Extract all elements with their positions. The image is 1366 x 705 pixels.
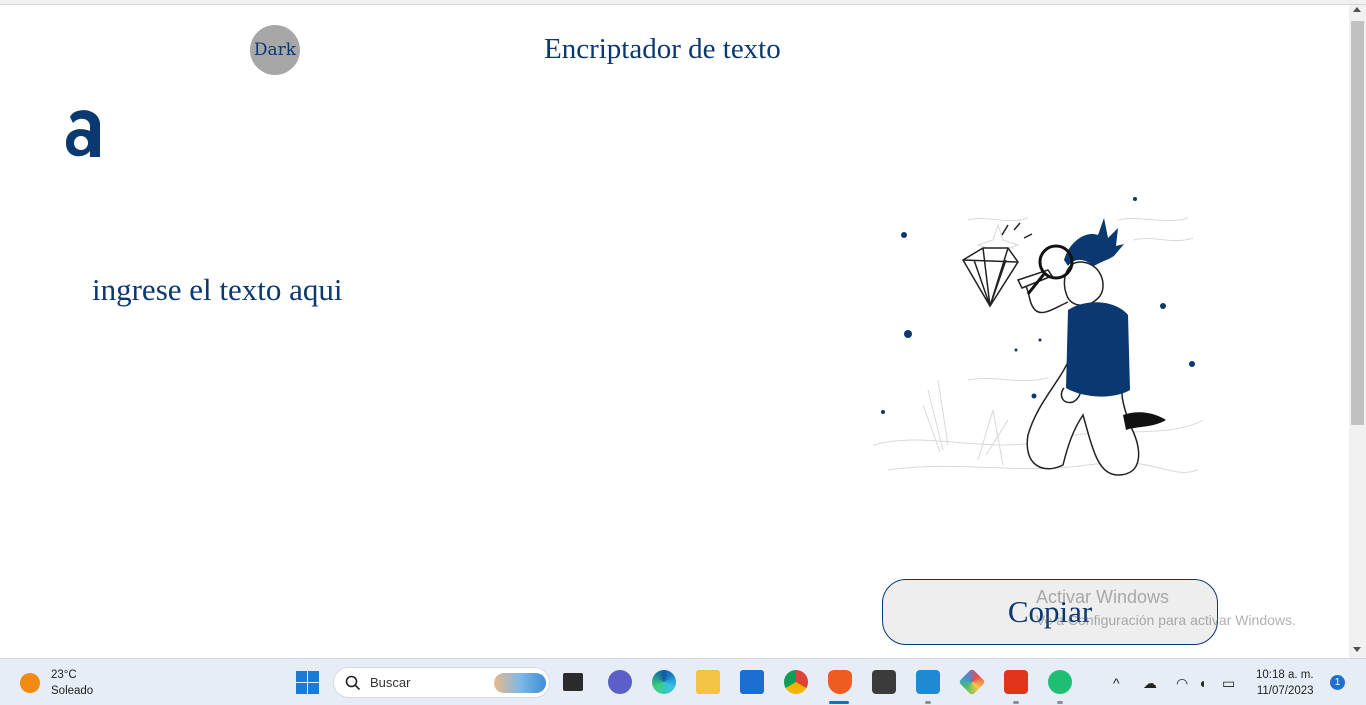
wifi-icon[interactable]: ◠: [1176, 675, 1188, 692]
weather-widget[interactable]: 23°C Soleado: [20, 667, 93, 699]
active-app-indicator: [829, 701, 849, 704]
edge-browser-icon[interactable]: [652, 670, 676, 694]
chevron-up-icon[interactable]: ^: [1113, 675, 1120, 691]
messaging-app-icon[interactable]: [1048, 670, 1072, 694]
netbeans-icon[interactable]: [1004, 670, 1028, 694]
running-app-indicator-3: [1057, 701, 1063, 704]
chrome-browser-icon[interactable]: [784, 670, 808, 694]
git-app-icon[interactable]: [958, 668, 986, 696]
mail-icon[interactable]: [740, 670, 764, 694]
vertical-scrollbar[interactable]: [1349, 5, 1366, 658]
clock-date: 11/07/2023: [1256, 685, 1314, 697]
scroll-up-icon[interactable]: [1353, 7, 1361, 12]
search-icon: [345, 675, 361, 691]
alura-logo-icon: [64, 105, 104, 165]
scrollbar-thumb[interactable]: [1351, 21, 1364, 425]
weather-description: Soleado: [51, 685, 94, 697]
sublime-text-icon[interactable]: [872, 670, 896, 694]
dark-mode-button[interactable]: Dark: [250, 25, 300, 75]
copy-button[interactable]: Copiar: [882, 579, 1218, 645]
page-viewport: Dark Encriptador de texto ingrese el tex…: [0, 5, 1349, 658]
scroll-down-icon[interactable]: [1353, 647, 1361, 652]
sun-icon: [20, 673, 40, 693]
search-highlight-icon: [494, 673, 546, 693]
text-input[interactable]: [90, 270, 794, 534]
windows-taskbar: 23°C Soleado Buscar ^ ☁ ◠ ◖ ▭ 10:18 a. m…: [0, 658, 1366, 705]
teams-chat-icon[interactable]: [608, 670, 632, 694]
brave-browser-icon[interactable]: [828, 670, 852, 694]
vscode-icon[interactable]: [916, 670, 940, 694]
windows-start-icon[interactable]: [296, 671, 319, 694]
volume-icon[interactable]: ◖: [1198, 675, 1206, 691]
task-view-icon[interactable]: [563, 673, 583, 691]
clock-time: 10:18 a. m.: [1256, 669, 1314, 681]
taskbar-search[interactable]: Buscar: [333, 667, 550, 698]
page-title: Encriptador de texto: [544, 33, 781, 65]
search-placeholder: Buscar: [370, 675, 411, 690]
running-app-indicator: [925, 701, 931, 704]
person-magnifier-illustration: [868, 190, 1213, 509]
file-explorer-icon[interactable]: [696, 670, 720, 694]
onedrive-offline-icon[interactable]: ☁: [1143, 675, 1157, 692]
running-app-indicator-2: [1013, 701, 1019, 704]
battery-icon[interactable]: ▭: [1222, 675, 1235, 692]
notification-badge[interactable]: 1: [1330, 675, 1345, 690]
system-clock[interactable]: 10:18 a. m. 11/07/2023: [1256, 667, 1314, 699]
weather-temperature: 23°C: [51, 669, 77, 681]
